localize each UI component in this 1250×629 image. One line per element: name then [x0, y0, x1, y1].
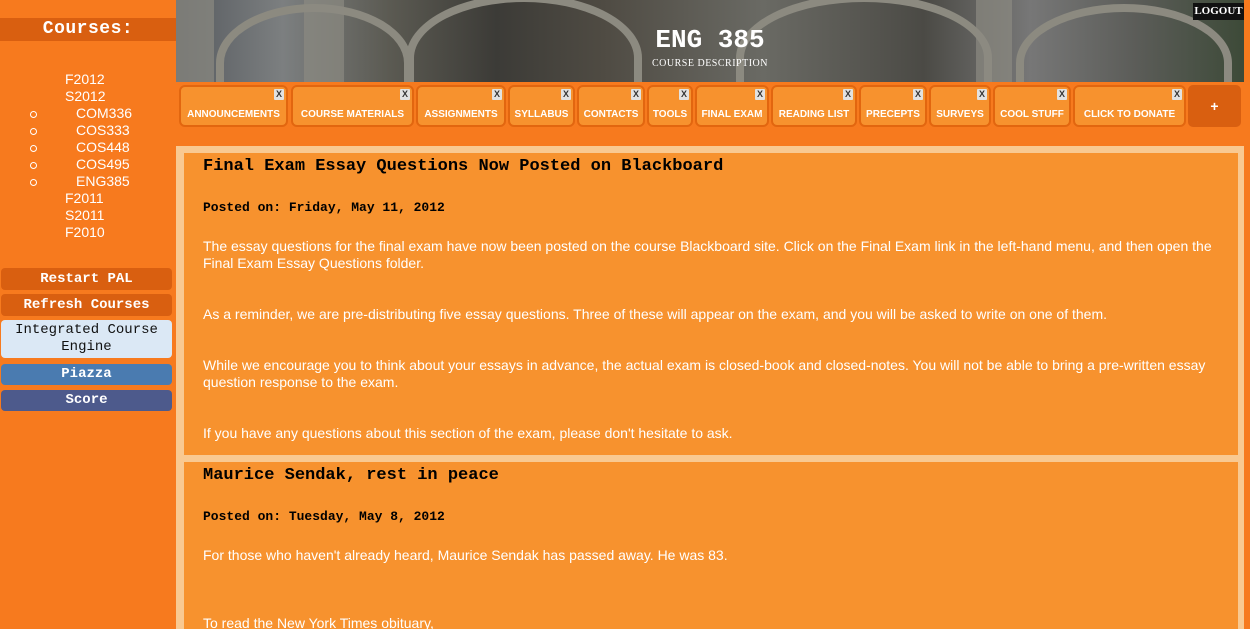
tab-label: FINAL EXAM [701, 109, 763, 120]
tab-label: SYLLABUS [514, 109, 569, 120]
post-paragraph: The essay questions for the final exam h… [203, 238, 1212, 271]
tab-syllabus[interactable]: SYLLABUS X [508, 85, 575, 127]
list-bullet [30, 128, 37, 135]
integrated-course-engine-button[interactable]: Integrated Course Engine [1, 320, 172, 358]
course-banner: ENG 385 COURSE DESCRIPTION [176, 0, 1244, 82]
announcements-panel: Final Exam Essay Questions Now Posted on… [176, 146, 1244, 629]
course-link-cos333[interactable]: COS333 [76, 122, 130, 139]
list-bullet [30, 162, 37, 169]
tab-label: COOL STUFF [1000, 109, 1064, 120]
tab-assignments[interactable]: ASSIGNMENTS X [416, 85, 506, 127]
close-tab-icon[interactable]: X [913, 89, 923, 100]
course-link-com336[interactable]: COM336 [76, 105, 132, 122]
close-tab-icon[interactable]: X [492, 89, 502, 100]
tab-label: TOOLS [652, 109, 688, 120]
term-link-f2011[interactable]: F2011 [65, 190, 104, 207]
refresh-courses-button[interactable]: Refresh Courses [1, 294, 172, 316]
tab-label: READING LIST [778, 109, 850, 120]
course-link-eng385[interactable]: ENG385 [76, 173, 130, 190]
post-paragraph: To read the New York Times obituary, [203, 615, 434, 629]
term-link-f2010[interactable]: F2010 [65, 224, 105, 241]
close-tab-icon[interactable]: X [274, 89, 284, 100]
tab-contacts[interactable]: CONTACTS X [577, 85, 645, 127]
post-paragraph: For those who haven't already heard, Mau… [203, 547, 728, 563]
tab-label: CLICK TO DONATE [1083, 109, 1176, 120]
close-tab-icon[interactable]: X [1172, 89, 1182, 100]
tab-precepts[interactable]: PRECEPTS X [859, 85, 927, 127]
course-link-cos495[interactable]: COS495 [76, 156, 130, 173]
sidebar: Courses: F2012 S2012 COM336 COS333 COS44… [0, 0, 176, 629]
term-link-s2012[interactable]: S2012 [65, 88, 105, 105]
tab-label: ANNOUNCEMENTS [187, 109, 280, 120]
course-description-link[interactable]: COURSE DESCRIPTION [176, 58, 1244, 70]
tab-announcements[interactable]: ANNOUNCEMENTS X [179, 85, 288, 127]
close-tab-icon[interactable]: X [1057, 89, 1067, 100]
page-title: ENG 385 [655, 25, 765, 55]
course-link-cos448[interactable]: COS448 [76, 139, 130, 156]
close-tab-icon[interactable]: X [400, 89, 410, 100]
tab-surveys[interactable]: SURVEYS X [929, 85, 991, 127]
close-tab-icon[interactable]: X [679, 89, 689, 100]
close-tab-icon[interactable]: X [561, 89, 571, 100]
tab-label: CONTACTS [583, 109, 639, 120]
post-paragraph: As a reminder, we are pre-distributing f… [203, 306, 1108, 322]
list-bullet [30, 111, 37, 118]
post-title: Maurice Sendak, rest in peace [203, 466, 499, 485]
tab-label: PRECEPTS [866, 109, 920, 120]
announcement-post: Maurice Sendak, rest in peace Posted on:… [184, 462, 1238, 629]
tab-final-exam[interactable]: FINAL EXAM X [695, 85, 769, 127]
close-tab-icon[interactable]: X [631, 89, 641, 100]
term-link-s2011[interactable]: S2011 [65, 207, 104, 224]
score-button[interactable]: Score [1, 390, 172, 411]
tab-label: SURVEYS [936, 109, 984, 120]
close-tab-icon[interactable]: X [977, 89, 987, 100]
tab-label: ASSIGNMENTS [424, 109, 498, 120]
tab-label: COURSE MATERIALS [300, 109, 405, 120]
tab-course-materials[interactable]: COURSE MATERIALS X [291, 85, 414, 127]
logout-button[interactable]: LOGOUT [1193, 3, 1244, 20]
announcement-post: Final Exam Essay Questions Now Posted on… [184, 153, 1238, 455]
close-tab-icon[interactable]: X [843, 89, 853, 100]
post-paragraph: If you have any questions about this sec… [203, 425, 733, 441]
restart-pal-button[interactable]: Restart PAL [1, 268, 172, 290]
courses-header: Courses: [0, 18, 176, 41]
piazza-button[interactable]: Piazza [1, 364, 172, 385]
close-tab-icon[interactable]: X [755, 89, 765, 100]
tab-tools[interactable]: TOOLS X [647, 85, 693, 127]
add-tab-button[interactable]: + [1188, 85, 1241, 127]
list-bullet [30, 145, 37, 152]
post-date: Posted on: Friday, May 11, 2012 [203, 200, 445, 215]
tab-cool-stuff[interactable]: COOL STUFF X [993, 85, 1071, 127]
post-paragraph: While we encourage you to think about yo… [203, 357, 1206, 390]
term-link-f2012[interactable]: F2012 [65, 71, 105, 88]
tab-click-to-donate[interactable]: CLICK TO DONATE X [1073, 85, 1186, 127]
tab-reading-list[interactable]: READING LIST X [771, 85, 857, 127]
post-title: Final Exam Essay Questions Now Posted on… [203, 157, 724, 176]
list-bullet [30, 179, 37, 186]
post-date: Posted on: Tuesday, May 8, 2012 [203, 509, 445, 524]
